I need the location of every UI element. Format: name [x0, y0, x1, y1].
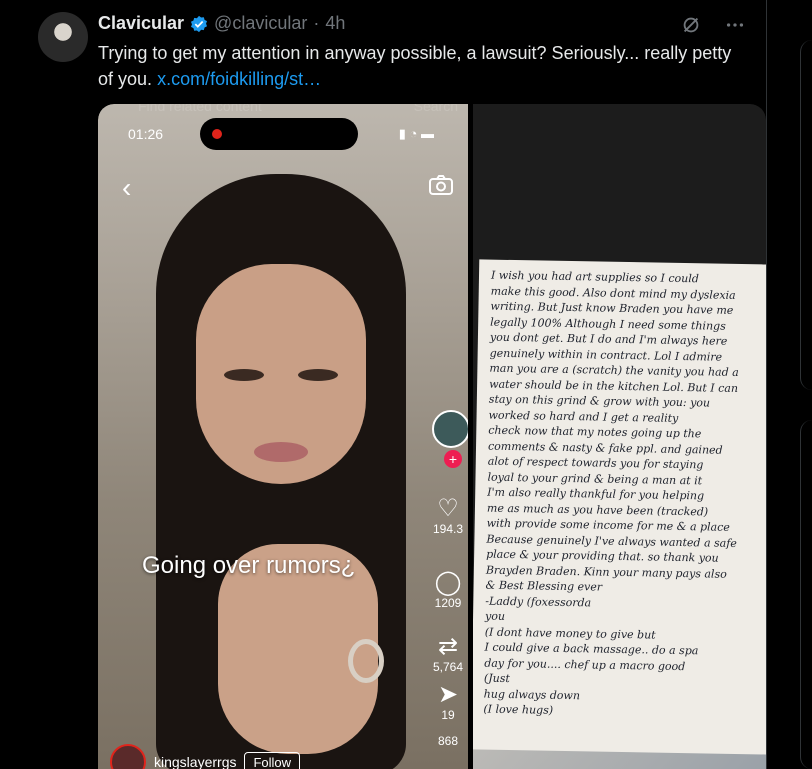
video-screenshot-image[interactable]: Find related content Search 01:26 ▮ ◔ ▬ … — [98, 104, 468, 769]
comment-stat: ◯ 1209 — [428, 569, 468, 611]
status-time: 01:26 — [128, 126, 164, 142]
note-text: I wish you had art supplies so I could m… — [483, 268, 739, 717]
camera-icon — [428, 174, 454, 196]
sidebar-card-edge-2 — [800, 420, 812, 769]
share-stat: ⇄ 5,764 — [428, 633, 468, 675]
eye-left — [224, 369, 264, 381]
comment-count: 1209 — [434, 596, 462, 610]
grok-icon[interactable] — [680, 14, 702, 36]
like-count: 194.3 — [432, 522, 464, 536]
post-link[interactable]: x.com/foidkilling/st… — [157, 69, 321, 89]
dynamic-island — [200, 118, 358, 150]
ring-shape — [348, 639, 384, 683]
author-handle[interactable]: @clavicular — [214, 13, 307, 34]
send-icon: ➤ — [437, 681, 459, 708]
creator-small-avatar — [110, 744, 146, 769]
repost-icon: ⇄ — [437, 633, 459, 660]
video-caption: Going over rumors¿ — [142, 552, 356, 579]
back-icon: ‹ — [122, 172, 132, 203]
author-avatar[interactable] — [38, 12, 88, 62]
recording-dot — [212, 129, 222, 139]
post-header: Clavicular @clavicular · 4h — [98, 13, 345, 34]
follow-plus-icon: + — [444, 450, 462, 468]
verified-badge-icon — [190, 15, 208, 33]
sidebar-card-edge — [800, 40, 812, 390]
media-grid: Find related content Search 01:26 ▮ ◔ ▬ … — [98, 104, 766, 769]
author-name[interactable]: Clavicular — [98, 13, 184, 34]
save-stat: ➤ 19 — [428, 681, 468, 723]
face-shape — [196, 264, 366, 484]
follow-button-in-image: Follow — [244, 751, 301, 769]
ghost-search-button: Search — [413, 104, 458, 114]
creator-username: kingslayerrgs — [154, 754, 237, 769]
eye-right — [298, 369, 338, 381]
like-stat: ♡ 194.3 — [428, 495, 468, 537]
extra-stat: 868 — [428, 734, 468, 748]
separator: · — [313, 13, 320, 33]
letter-image[interactable]: I wish you had art supplies so I could m… — [473, 104, 766, 769]
share-count: 5,764 — [432, 660, 464, 674]
post-text: Trying to get my attention in anyway pos… — [98, 40, 748, 92]
creator-avatar — [432, 410, 468, 448]
lips — [254, 442, 308, 462]
post-actions — [680, 14, 746, 36]
handwritten-note: I wish you had art supplies so I could m… — [473, 259, 766, 755]
status-icons: ▮ ◔ ▬ — [398, 126, 434, 141]
post-timestamp[interactable]: 4h — [325, 13, 345, 34]
more-icon[interactable] — [724, 14, 746, 36]
post[interactable]: Clavicular @clavicular · 4h Trying to ge… — [0, 0, 767, 769]
save-count: 19 — [441, 708, 455, 722]
creator-row: kingslayerrgs Follow — [110, 744, 301, 769]
extra-count: 868 — [437, 734, 459, 748]
comment-icon: ◯ — [434, 569, 462, 596]
heart-icon: ♡ — [437, 495, 459, 522]
